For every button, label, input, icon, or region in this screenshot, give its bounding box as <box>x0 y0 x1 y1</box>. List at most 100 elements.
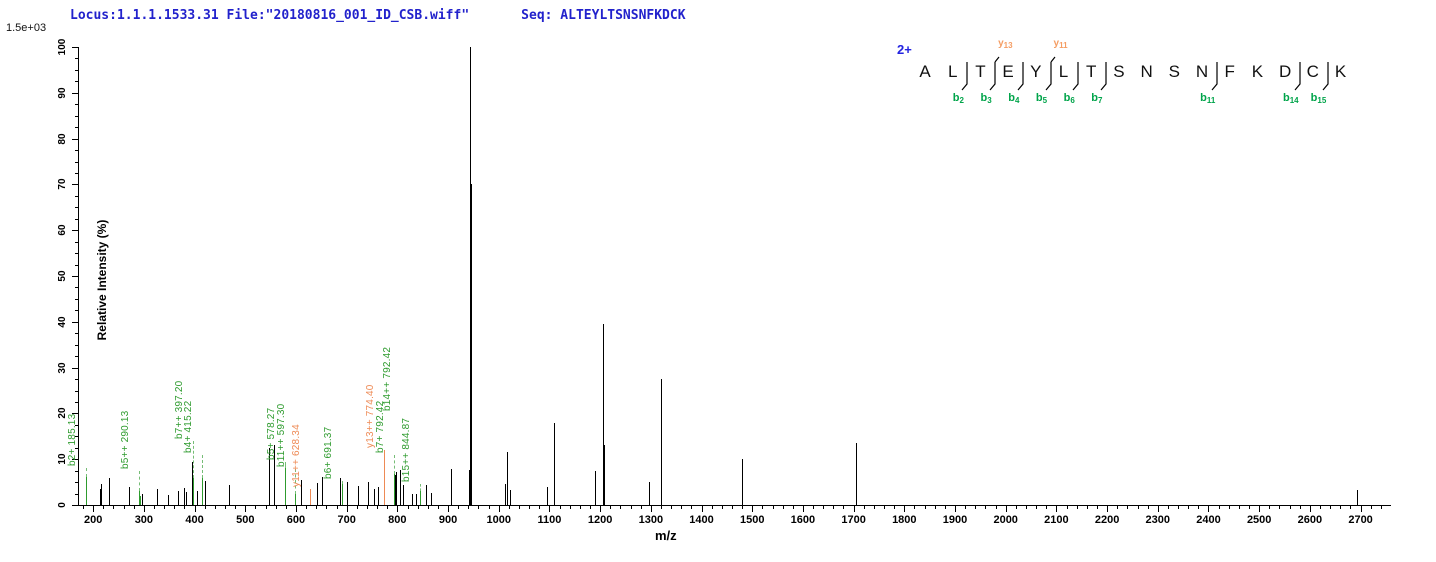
y-axis-tick <box>75 494 79 495</box>
y-axis-tick <box>72 93 79 94</box>
y-axis-tick <box>75 482 79 483</box>
y-axis-tick-label: 80 <box>57 124 69 154</box>
x-axis-tick-label: 1000 <box>477 514 521 526</box>
x-axis-tick <box>1026 505 1027 509</box>
x-axis-tick <box>661 505 662 509</box>
x-axis-tick <box>124 505 125 509</box>
x-axis-tick <box>894 505 895 509</box>
x-axis-tick-label: 700 <box>325 514 369 526</box>
y-axis-tick <box>75 310 79 311</box>
peak-label: b14++ 792.42 <box>382 347 394 411</box>
y-axis-tick <box>72 276 79 277</box>
spectrum-peak <box>205 481 206 505</box>
x-axis-tick-label: 1500 <box>730 514 774 526</box>
x-axis-tick <box>478 505 479 509</box>
spectrum-peak-annotated <box>202 478 203 505</box>
y-axis-tick <box>75 333 79 334</box>
x-axis-tick <box>1381 505 1382 509</box>
x-axis-tick <box>448 505 449 512</box>
b-ion-label: b11 <box>1192 92 1224 105</box>
x-axis-tick <box>1148 505 1149 509</box>
x-axis-tick-label: 400 <box>173 514 217 526</box>
spectrum-plot-area[interactable]: Relative Intensity (%) 20030040050060070… <box>78 47 1391 506</box>
y-axis-tick <box>75 356 79 357</box>
x-axis-tick <box>164 505 165 509</box>
x-axis-tick-label: 2100 <box>1034 514 1078 526</box>
y-axis-tick <box>75 207 79 208</box>
y-axis-tick <box>75 219 79 220</box>
x-axis-tick <box>549 505 550 512</box>
x-axis-tick <box>296 505 297 512</box>
x-axis-tick <box>600 505 601 512</box>
y-axis-tick-label: 50 <box>57 261 69 291</box>
y-axis-tick <box>75 471 79 472</box>
spectrum-peak <box>322 477 323 505</box>
b-ion-label: b7 <box>1081 92 1113 105</box>
x-axis-tick <box>195 505 196 512</box>
x-axis-tick <box>1016 505 1017 509</box>
x-axis-tick <box>874 505 875 509</box>
x-axis-tick <box>428 505 429 509</box>
y-axis-tick <box>75 242 79 243</box>
x-axis-tick <box>184 505 185 509</box>
x-axis-tick <box>276 505 277 509</box>
y-axis-tick <box>75 150 79 151</box>
x-axis-tick <box>681 505 682 509</box>
x-axis-tick <box>985 505 986 509</box>
peptide-residue: A <box>911 62 939 82</box>
fragment-marker <box>1209 56 1223 92</box>
spectrum-peak <box>197 491 198 505</box>
x-axis-tick <box>560 505 561 509</box>
x-axis-tick-label: 1800 <box>882 514 926 526</box>
x-axis-tick <box>570 505 571 509</box>
x-axis-tick <box>884 505 885 509</box>
y-axis-tick <box>72 368 79 369</box>
x-axis-tick <box>833 505 834 509</box>
x-axis-tick-label: 2600 <box>1288 514 1332 526</box>
x-axis-tick <box>408 505 409 509</box>
x-axis-tick-label: 1300 <box>629 514 673 526</box>
y-axis-tick-label: 0 <box>57 490 69 520</box>
x-axis-tick <box>377 505 378 509</box>
spectrum-peak-annotated <box>86 477 87 505</box>
y-axis-tick <box>75 299 79 300</box>
x-axis-tick <box>945 505 946 509</box>
y-axis-tick-label: 90 <box>57 78 69 108</box>
x-axis-tick <box>1361 505 1362 512</box>
x-axis-tick <box>631 505 632 509</box>
x-axis-tick <box>843 505 844 509</box>
peak-label: b4+ 415.22 <box>183 400 195 452</box>
x-axis-tick <box>1138 505 1139 509</box>
spectrum-peak <box>178 491 179 505</box>
x-axis-tick <box>134 505 135 509</box>
x-axis-tick <box>773 505 774 509</box>
x-axis-tick <box>1077 505 1078 509</box>
y-axis-tick <box>75 58 79 59</box>
spectrum-peak-annotated <box>384 497 385 505</box>
x-axis-tick <box>732 505 733 509</box>
y-ion-label: y11 <box>1054 38 1086 50</box>
spectrum-peak <box>431 493 432 505</box>
x-axis-tick <box>793 505 794 509</box>
x-axis-tick <box>1340 505 1341 509</box>
x-axis-tick <box>1117 505 1118 509</box>
y-axis-title: Relative Intensity (%) <box>95 195 109 365</box>
y-axis-tick <box>75 173 79 174</box>
x-axis-title: m/z <box>655 528 677 543</box>
y-axis-tick <box>75 402 79 403</box>
spectrum-peak <box>510 490 511 505</box>
fragment-marker <box>1043 56 1057 92</box>
x-axis-tick <box>1290 505 1291 509</box>
x-axis-tick <box>205 505 206 509</box>
x-axis-tick <box>113 505 114 509</box>
peak-label: b6+ 691.37 <box>323 427 335 479</box>
spectrum-peak-annotated <box>342 484 343 505</box>
spectrum-peak <box>157 489 158 505</box>
spectrum-peak <box>378 487 379 505</box>
x-axis-tick-label: 500 <box>223 514 267 526</box>
x-axis-tick <box>144 505 145 512</box>
x-axis-tick <box>722 505 723 509</box>
x-axis-tick <box>590 505 591 509</box>
y-axis-tick <box>72 139 79 140</box>
x-axis-tick <box>397 505 398 512</box>
